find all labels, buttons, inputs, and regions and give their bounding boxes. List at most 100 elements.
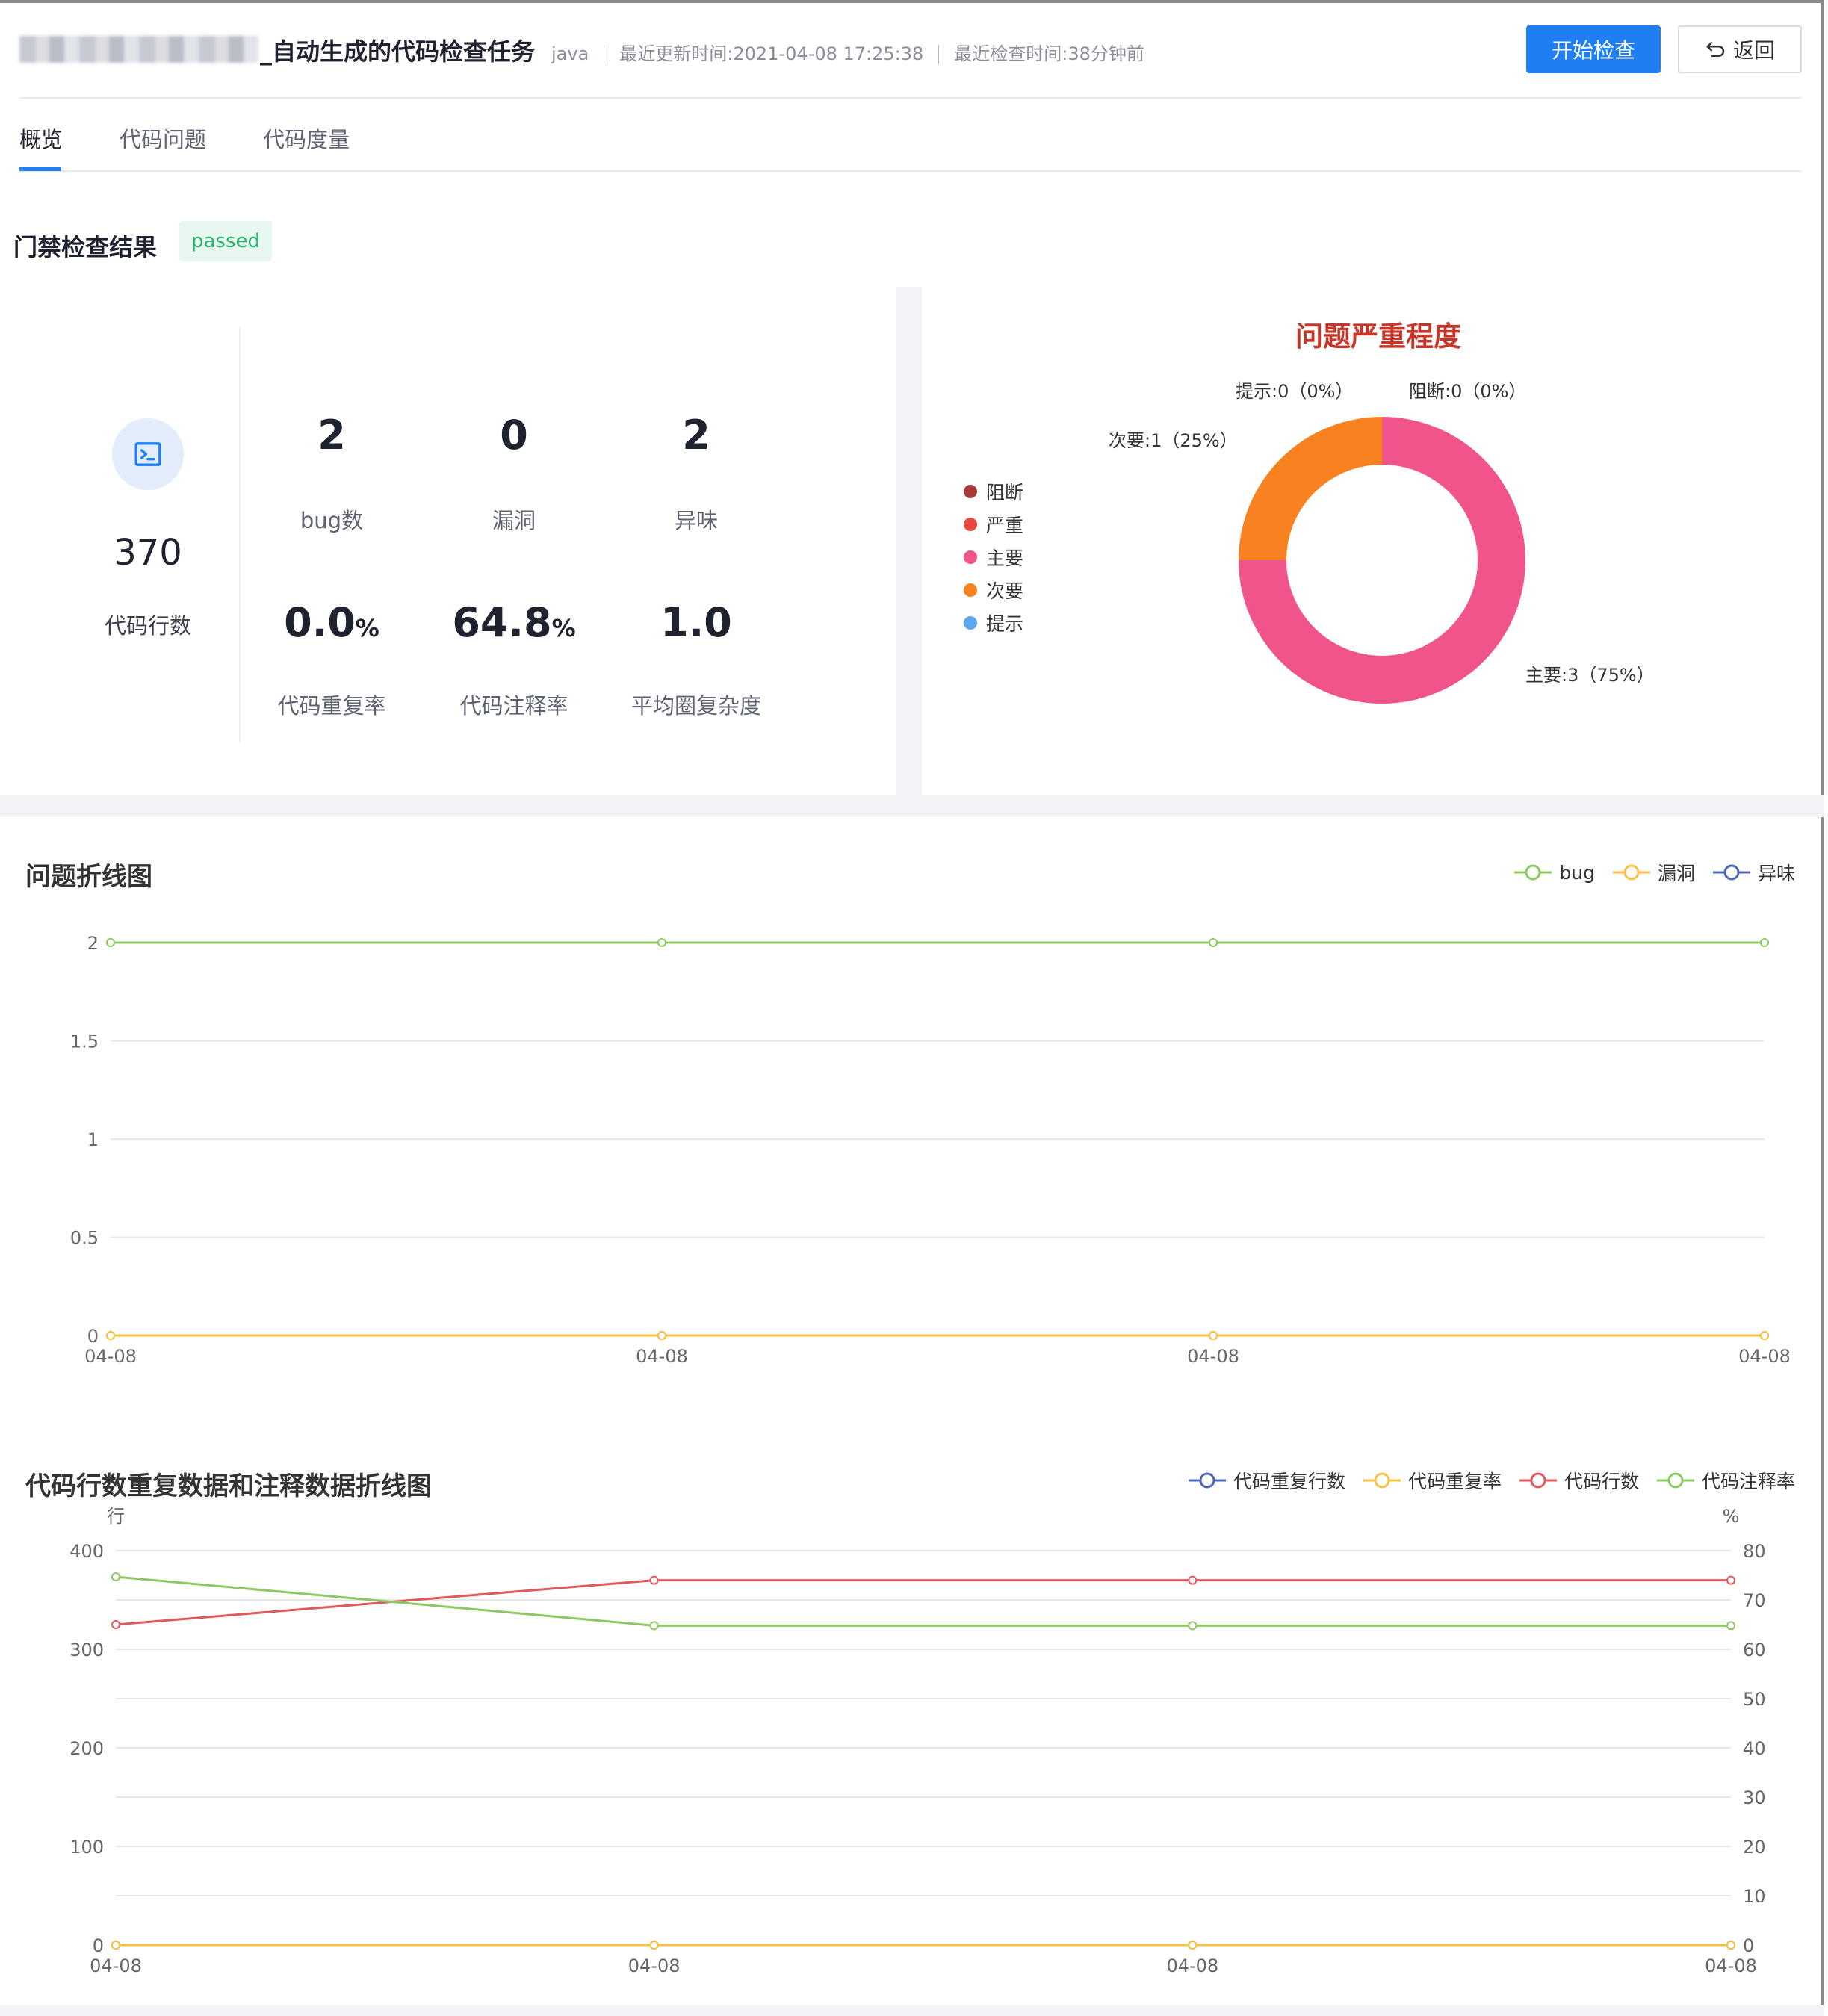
- data-point-代码注释率: [111, 1572, 120, 1581]
- bug-count-label: bug数: [300, 508, 364, 533]
- x-tick-label: 04-08: [84, 1346, 137, 1367]
- meta-divider: [938, 45, 940, 64]
- legend-dot: [964, 485, 977, 498]
- data-point-代码重复率: [1726, 1941, 1735, 1950]
- right-axis-unit: %: [1723, 1506, 1740, 1527]
- legend-item-critical[interactable]: 严重: [964, 508, 1023, 541]
- terminal-icon: [134, 442, 161, 466]
- legend-line-marker: [1519, 1472, 1557, 1489]
- data-point-bug: [657, 938, 666, 947]
- left-y-tick-label: 100: [69, 1837, 104, 1858]
- legend-item-duplicate-lines[interactable]: 代码重复行数: [1187, 1467, 1345, 1494]
- legend-item-comment-rate[interactable]: 代码注释率: [1655, 1467, 1795, 1494]
- task-header: _自动生成的代码检查任务 java 最近更新时间:2021-04-08 17:25…: [19, 22, 1802, 99]
- left-y-tick-label: 400: [69, 1541, 104, 1562]
- data-point-漏洞: [657, 1331, 666, 1340]
- y-tick-label: 1.5: [70, 1032, 99, 1052]
- data-point-代码行数: [111, 1620, 120, 1629]
- legend-line-marker: [1712, 864, 1750, 881]
- section-separator: [0, 795, 1824, 817]
- x-tick-label: 04-08: [628, 1955, 681, 1976]
- back-label: 返回: [1732, 38, 1775, 63]
- comment-rate-label: 代码注释率: [459, 693, 568, 719]
- issue-chart-title: 问题折线图: [25, 862, 152, 892]
- legend-item-duplication-rate[interactable]: 代码重复率: [1362, 1467, 1502, 1494]
- issue-line-chart: 21.510.5004-08 04-08 04-08 04-08: [70, 933, 1791, 1367]
- checked-time: 最近检查时间:38分钟前: [954, 43, 1144, 64]
- donut-label-blocker: 阻断:0（0%）: [1409, 381, 1527, 402]
- legend-dot: [964, 616, 977, 630]
- language-tag: java: [551, 43, 589, 64]
- y-tick-label: 2: [87, 933, 99, 954]
- legend-line-marker: [1656, 1472, 1694, 1489]
- legend-line-marker: [1363, 1472, 1401, 1489]
- vulnerability-count-value[interactable]: 0: [424, 412, 604, 459]
- legend-item-bug[interactable]: bug: [1513, 862, 1595, 884]
- y-tick-label: 1: [87, 1129, 99, 1150]
- x-tick-label: 04-08: [1166, 1955, 1218, 1976]
- complexity-label: 平均圈复杂度: [630, 693, 761, 719]
- legend-item-minor[interactable]: 次要: [964, 574, 1023, 607]
- right-y-tick-label: 20: [1743, 1837, 1766, 1858]
- right-y-tick-label: 30: [1743, 1787, 1766, 1808]
- right-y-tick-label: 40: [1743, 1738, 1766, 1759]
- code-smell-count-label: 异味: [674, 508, 718, 533]
- data-point-代码行数: [1726, 1575, 1735, 1585]
- back-button[interactable]: 返回: [1678, 25, 1802, 73]
- stats-divider: [239, 327, 241, 742]
- section-separator: [896, 287, 922, 795]
- task-title: _自动生成的代码检查任务: [260, 37, 536, 66]
- donut-label-info: 提示:0（0%）: [1236, 381, 1354, 402]
- tab-code-metrics[interactable]: 代码度量: [263, 122, 350, 154]
- data-point-代码行数: [1188, 1575, 1198, 1585]
- lines-of-code-label: 代码行数: [104, 613, 191, 639]
- status-badge: passed: [179, 221, 273, 261]
- x-tick-label: 04-08: [1705, 1955, 1757, 1976]
- left-axis-unit: 行: [107, 1506, 125, 1527]
- code-smell-count-value[interactable]: 2: [607, 412, 786, 459]
- data-point-漏洞: [1760, 1331, 1769, 1340]
- legend-item-major[interactable]: 主要: [964, 541, 1023, 574]
- active-tab-indicator: [19, 167, 61, 171]
- data-point-代码行数: [649, 1575, 659, 1585]
- legend-item-info[interactable]: 提示: [964, 607, 1023, 639]
- y-tick-label: 0.5: [70, 1228, 99, 1249]
- data-point-代码重复率: [1188, 1941, 1198, 1950]
- series-line-代码行数: [115, 1579, 1731, 1626]
- start-check-button[interactable]: 开始检查: [1526, 25, 1661, 73]
- comment-rate-value: 64.8%: [452, 599, 576, 646]
- tab-code-issues[interactable]: 代码问题: [120, 122, 206, 154]
- duplication-rate-value: 0.0%: [284, 599, 379, 646]
- donut-label-minor: 次要:1（25%）: [1109, 430, 1238, 451]
- x-tick-label: 04-08: [90, 1955, 142, 1976]
- task-meta: java 最近更新时间:2021-04-08 17:25:38 最近检查时间:38分…: [551, 39, 1144, 65]
- start-check-label: 开始检查: [1551, 38, 1635, 63]
- legend-item-vulnerability[interactable]: 漏洞: [1611, 859, 1695, 886]
- severity-donut-chart: [1239, 417, 1525, 704]
- severity-legend: 阻断 严重 主要 次要 提示: [964, 475, 1023, 639]
- left-y-tick-label: 0: [93, 1935, 104, 1956]
- legend-line-marker: [1612, 864, 1650, 881]
- legend-item-smell[interactable]: 异味: [1711, 859, 1795, 886]
- data-point-代码注释率: [649, 1621, 659, 1631]
- series-line-代码注释率: [115, 1575, 1731, 1627]
- right-y-tick-label: 70: [1743, 1590, 1766, 1611]
- legend-dot: [964, 550, 977, 564]
- severity-chart-title: 问题严重程度: [1295, 320, 1461, 353]
- legend-item-blocker[interactable]: 阻断: [964, 475, 1023, 508]
- lines-card-icon: [112, 418, 184, 490]
- right-y-tick-label: 80: [1743, 1541, 1766, 1562]
- vulnerability-count-label: 漏洞: [492, 508, 536, 533]
- data-point-代码重复率: [649, 1941, 659, 1950]
- legend-line-marker: [1514, 864, 1552, 881]
- bug-count-value[interactable]: 2: [242, 412, 421, 459]
- lines-of-code-value: 370: [114, 532, 182, 574]
- tab-bar: 概览 代码问题 代码度量: [19, 99, 1802, 172]
- data-point-代码注释率: [1726, 1621, 1735, 1631]
- donut-label-major: 主要:3（75%）: [1525, 665, 1655, 686]
- legend-dot: [964, 518, 977, 531]
- legend-item-lines-of-code[interactable]: 代码行数: [1518, 1467, 1639, 1494]
- tab-overview[interactable]: 概览: [19, 122, 63, 154]
- y-tick-label: 0: [87, 1326, 99, 1347]
- data-point-漏洞: [106, 1331, 115, 1340]
